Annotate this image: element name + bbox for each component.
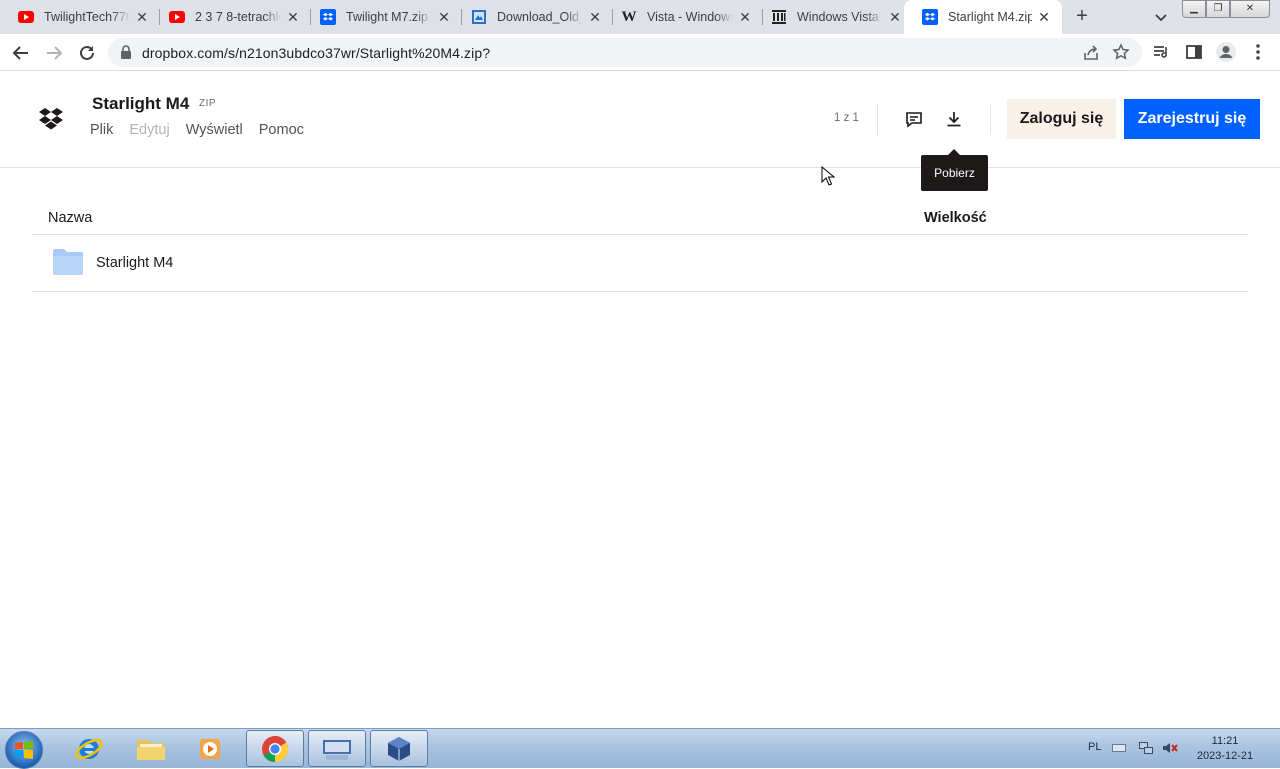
bookmark-star-icon[interactable] xyxy=(1112,43,1130,66)
tab-windows-vista[interactable]: Windows Vista ✕ xyxy=(753,0,913,34)
tab-close-icon[interactable]: ✕ xyxy=(1036,9,1052,25)
dropbox-header: Starlight M4 ZIP Plik Edytuj Wyświetl Po… xyxy=(0,71,1280,168)
tab-close-icon[interactable]: ✕ xyxy=(737,9,753,25)
download-tooltip: Pobierz xyxy=(921,149,988,191)
tab-title: Vista - Windows xyxy=(647,10,733,24)
url-text: dropbox.com/s/n21on3ubdco37wr/Starlight%… xyxy=(142,45,491,61)
tab-download-old[interactable]: Download_Old_W ✕ xyxy=(453,0,613,34)
lock-icon[interactable] xyxy=(120,45,132,64)
clock-date: 2023-12-21 xyxy=(1196,750,1254,762)
virtualbox-icon[interactable] xyxy=(370,730,428,767)
restore-icon[interactable]: ❐ xyxy=(1206,0,1230,18)
forward-arrow-icon[interactable] xyxy=(43,42,65,64)
tab-twilighttech[interactable]: TwilightTech770 ✕ xyxy=(0,0,160,34)
file-list-row[interactable]: Starlight M4 xyxy=(32,235,1248,292)
minimize-icon[interactable]: ▁ xyxy=(1182,0,1206,18)
page-counter: 1 z 1 xyxy=(834,112,859,124)
window-controls: ▁ ❐ ✕ xyxy=(1182,0,1270,18)
menu-file[interactable]: Plik xyxy=(90,122,113,138)
menu-view[interactable]: Wyświetl xyxy=(186,122,243,138)
youtube-icon xyxy=(169,9,185,25)
file-list-header: Nazwa Wielkość xyxy=(32,200,1248,235)
new-tab-plus-icon[interactable]: + xyxy=(1072,6,1092,27)
login-button[interactable]: Zaloguj się xyxy=(1007,99,1116,139)
internet-explorer-icon[interactable] xyxy=(60,730,118,767)
download-icon[interactable] xyxy=(944,109,964,129)
folder-name[interactable]: Starlight M4 xyxy=(96,255,173,271)
tab-close-icon[interactable]: ✕ xyxy=(887,9,903,25)
address-bar[interactable]: dropbox.com/s/n21on3ubdco37wr/Starlight%… xyxy=(108,38,1142,67)
reload-icon[interactable] xyxy=(76,42,98,64)
archive-icon xyxy=(771,9,787,25)
signup-button[interactable]: Zarejestruj się xyxy=(1124,99,1260,139)
system-clock[interactable]: 11:21 2023-12-21 xyxy=(1190,734,1260,764)
youtube-icon xyxy=(18,9,34,25)
tab-title: TwilightTech770 xyxy=(44,10,130,24)
file-title: Starlight M4 xyxy=(92,94,190,113)
tab-close-icon[interactable]: ✕ xyxy=(134,9,150,25)
tab-twilight-m7[interactable]: Twilight M7.zip ✕ xyxy=(302,0,462,34)
divider xyxy=(877,104,878,135)
close-window-icon[interactable]: ✕ xyxy=(1230,0,1270,18)
start-orb-icon[interactable] xyxy=(5,731,43,769)
media-player-icon[interactable] xyxy=(182,730,240,767)
network-icon[interactable] xyxy=(1138,741,1154,755)
web-page-icon xyxy=(471,9,487,25)
tab-tetrachlo[interactable]: 2 3 7 8-tetrachlo ✕ xyxy=(151,0,311,34)
mouse-cursor-icon xyxy=(821,165,836,191)
browser-tab-strip: TwilightTech770 ✕ 2 3 7 8-tetrachlo ✕ Tw… xyxy=(0,0,1280,34)
keyboard-tray-icon[interactable] xyxy=(1111,741,1127,755)
chrome-taskbar-icon[interactable] xyxy=(246,730,304,767)
tab-title: Windows Vista xyxy=(797,10,879,24)
dropbox-logo-icon[interactable] xyxy=(39,108,63,135)
divider xyxy=(990,104,991,135)
file-type-badge: ZIP xyxy=(199,98,217,109)
tab-title: Download_Old_W xyxy=(497,10,583,24)
profile-avatar-icon[interactable] xyxy=(1215,41,1237,68)
dropbox-icon xyxy=(320,9,336,25)
side-panel-icon[interactable] xyxy=(1185,43,1203,66)
volume-muted-icon[interactable] xyxy=(1162,741,1178,755)
tab-vista-wiki[interactable]: W Vista - Windows ✕ xyxy=(603,0,763,34)
column-name-header[interactable]: Nazwa xyxy=(48,210,92,226)
on-screen-keyboard-icon[interactable] xyxy=(308,730,366,767)
menu-edit: Edytuj xyxy=(129,122,170,138)
tab-title: Twilight M7.zip xyxy=(346,10,428,24)
windows-taskbar: PL 11:21 2023-12-21 xyxy=(0,728,1280,769)
menu-help[interactable]: Pomoc xyxy=(259,122,304,138)
browser-toolbar: dropbox.com/s/n21on3ubdco37wr/Starlight%… xyxy=(0,34,1280,71)
tab-starlight-m4[interactable]: Starlight M4.zip ✕ xyxy=(904,0,1062,34)
back-arrow-icon[interactable] xyxy=(10,42,32,64)
wikipedia-icon: W xyxy=(621,8,637,25)
tab-close-icon[interactable]: ✕ xyxy=(285,9,301,25)
folder-icon xyxy=(52,248,84,281)
dropbox-icon xyxy=(922,9,938,25)
file-menu-bar: Plik Edytuj Wyświetl Pomoc xyxy=(90,122,320,138)
tab-close-icon[interactable]: ✕ xyxy=(587,9,603,25)
chevron-down-icon[interactable] xyxy=(1152,8,1170,26)
file-explorer-icon[interactable] xyxy=(122,730,180,767)
media-queue-icon[interactable] xyxy=(1152,43,1170,66)
language-indicator[interactable]: PL xyxy=(1088,741,1101,753)
column-size-header[interactable]: Wielkość xyxy=(924,210,987,226)
comment-icon[interactable] xyxy=(904,109,924,129)
tab-title: Starlight M4.zip xyxy=(948,10,1032,24)
kebab-menu-icon[interactable] xyxy=(1250,43,1266,66)
clock-time: 11:21 xyxy=(1211,735,1239,747)
tab-close-icon[interactable]: ✕ xyxy=(436,9,452,25)
share-icon[interactable] xyxy=(1082,44,1100,67)
tab-title: 2 3 7 8-tetrachlo xyxy=(195,10,281,24)
